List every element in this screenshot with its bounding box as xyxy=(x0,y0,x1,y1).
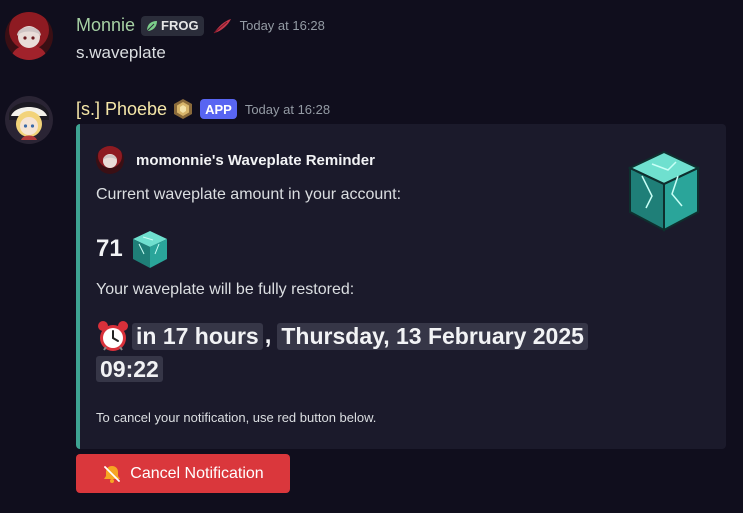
message-monnie: Monnie FROG Today at 16:28 s.waveplate xyxy=(0,0,743,80)
feather-icon xyxy=(212,17,232,35)
timestamp: Today at 16:28 xyxy=(244,101,331,117)
leaf-icon xyxy=(146,20,158,32)
waveplate-amount: 71 xyxy=(96,235,123,262)
hexagon-emblem-icon xyxy=(172,98,194,120)
embed-line-amount-label: Current waveplate amount in your account… xyxy=(96,186,402,203)
cancel-notification-label: Cancel Notification xyxy=(130,464,264,482)
timestamp: Today at 16:28 xyxy=(239,18,325,33)
relative-timestamp[interactable]: in 17 hours xyxy=(132,322,263,350)
waveplate-cube-icon xyxy=(622,146,706,236)
username[interactable]: Monnie xyxy=(76,15,135,36)
message-header: Monnie FROG Today at 16:28 xyxy=(76,15,325,36)
alarm-clock-icon xyxy=(96,319,130,353)
role-tag-label: FROG xyxy=(161,18,199,33)
message-header: [s.] Phoebe APP Today at 16:28 xyxy=(76,98,330,120)
avatar-phoebe[interactable] xyxy=(5,96,53,144)
timestamp-separator: , xyxy=(264,322,272,349)
embed-time-row: 09:22 xyxy=(96,356,163,383)
embed-line-restore-label: Your waveplate will be fully restored: xyxy=(96,281,355,298)
full-time-timestamp[interactable]: 09:22 xyxy=(96,356,163,382)
username[interactable]: [s.] Phoebe xyxy=(76,99,167,120)
embed-author-name: momonnie's Waveplate Reminder xyxy=(136,151,375,169)
app-badge: APP xyxy=(200,99,237,119)
role-tag[interactable]: FROG xyxy=(141,15,204,36)
full-date-timestamp[interactable]: Thursday, 13 February 2025 xyxy=(277,322,588,350)
bell-slash-icon xyxy=(102,464,122,484)
embed-amount-row: 71 xyxy=(96,228,171,270)
avatar-monnie[interactable] xyxy=(5,12,53,60)
cancel-notification-button[interactable]: Cancel Notification xyxy=(76,454,290,493)
waveplate-cube-icon xyxy=(129,228,171,270)
embed-author-avatar xyxy=(96,146,124,174)
embed-restore-row: in 17 hours , Thursday, 13 February 2025 xyxy=(96,319,588,353)
embed-card: momonnie's Waveplate Reminder Current wa… xyxy=(76,124,726,449)
message-content: s.waveplate xyxy=(76,43,166,62)
embed-author: momonnie's Waveplate Reminder xyxy=(96,146,375,174)
embed-footer-note: To cancel your notification, use red but… xyxy=(96,410,377,425)
